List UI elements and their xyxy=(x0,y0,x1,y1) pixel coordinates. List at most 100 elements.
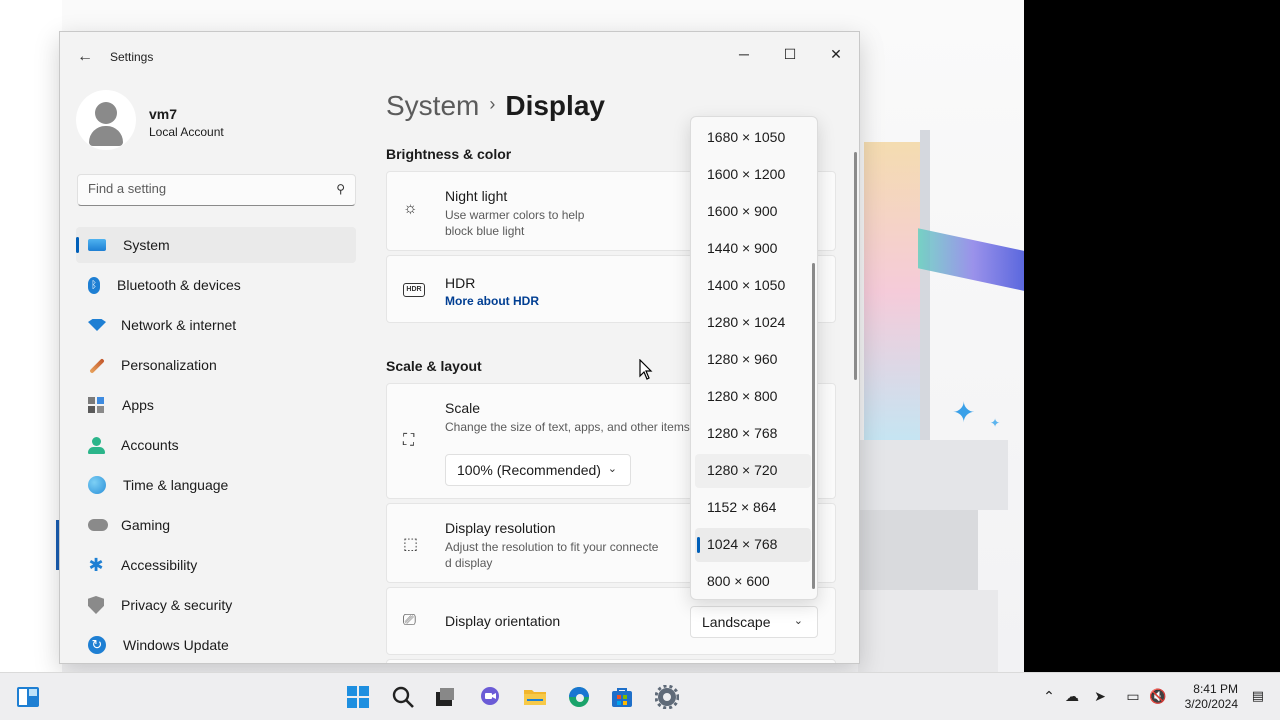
desktop-black-region xyxy=(1024,0,1280,672)
orientation-icon: ⎚ xyxy=(403,612,416,629)
settings-gear-icon[interactable] xyxy=(654,684,680,710)
sidebar-item-time-language[interactable]: Time & language xyxy=(76,467,356,503)
task-view-icon[interactable] xyxy=(433,685,457,709)
sidebar-item-personalization[interactable]: Personalization xyxy=(76,347,356,383)
orientation-dropdown[interactable]: Landscape ⌄ xyxy=(690,606,818,638)
clock-date: 3/20/2024 xyxy=(1184,697,1238,711)
sidebar-item-label: Accounts xyxy=(121,437,179,453)
display-resolution-title: Display resolution xyxy=(445,520,556,536)
person-icon xyxy=(88,437,105,454)
hdr-title: HDR xyxy=(445,275,476,291)
resolution-option[interactable]: 1280 × 768 xyxy=(695,417,811,451)
start-icon[interactable] xyxy=(346,685,370,709)
maximize-button[interactable]: ☐ xyxy=(767,38,813,70)
chevron-down-icon: ⌄ xyxy=(607,463,617,475)
minimize-button[interactable]: ─ xyxy=(721,38,767,70)
sidebar-item-system[interactable]: System xyxy=(76,227,356,263)
breadcrumb: System › Display xyxy=(386,90,605,122)
hdr-icon: HDR xyxy=(403,283,425,297)
night-light-desc-1: Use warmer colors to help xyxy=(445,208,585,222)
display-orientation-title: Display orientation xyxy=(445,613,561,629)
account-type: Local Account xyxy=(149,125,224,139)
resolution-option[interactable]: 1440 × 900 xyxy=(695,232,811,266)
sidebar-item-label: Gaming xyxy=(121,517,171,533)
sidebar-item-network[interactable]: Network & internet xyxy=(76,307,356,343)
accessibility-icon: ✱ xyxy=(88,555,104,575)
avatar[interactable] xyxy=(76,90,136,150)
resolution-dropdown-list: 1680 × 1050 1600 × 1200 1600 × 900 1440 … xyxy=(690,116,818,600)
sidebar-item-label: System xyxy=(123,237,170,253)
edge-browser-icon[interactable] xyxy=(567,685,591,709)
dropdown-scrollbar[interactable] xyxy=(812,263,815,589)
file-explorer-icon[interactable] xyxy=(523,685,547,709)
apps-icon xyxy=(88,396,105,414)
close-button[interactable]: ✕ xyxy=(813,38,859,70)
network-icon[interactable]: ▭ xyxy=(1124,688,1142,705)
breadcrumb-parent[interactable]: System xyxy=(386,90,479,121)
search-box[interactable]: ⚲ xyxy=(77,174,356,206)
display-resolution-desc-2: d display xyxy=(445,556,493,570)
next-setting-card xyxy=(386,659,836,663)
sidebar-item-gaming[interactable]: Gaming xyxy=(76,507,356,543)
sidebar-item-accessibility[interactable]: ✱ Accessibility xyxy=(76,547,356,583)
store-icon[interactable] xyxy=(610,685,634,709)
mouse-cursor-icon xyxy=(639,358,653,384)
resolution-option-hovered[interactable]: 1280 × 720 xyxy=(695,454,811,488)
scale-value: 100% (Recommended) xyxy=(457,462,601,478)
chevron-down-icon: ⌄ xyxy=(793,615,803,627)
sidebar-item-label: Personalization xyxy=(121,357,217,373)
section-scale-layout: Scale & layout xyxy=(386,358,482,374)
resolution-option[interactable]: 1600 × 900 xyxy=(695,195,811,229)
sidebar-item-label: Windows Update xyxy=(123,637,229,653)
resolution-option[interactable]: 1280 × 800 xyxy=(695,380,811,414)
sidebar-nav: System ᛒ Bluetooth & devices Network & i… xyxy=(76,227,356,663)
volume-muted-icon[interactable]: 🔇 xyxy=(1149,688,1167,705)
resolution-option[interactable]: 1400 × 1050 xyxy=(695,269,811,303)
resolution-option[interactable]: 1280 × 960 xyxy=(695,343,811,377)
chevron-up-icon[interactable]: ⌃ xyxy=(1040,688,1058,705)
notification-icon[interactable]: ▤ xyxy=(1252,688,1264,704)
update-icon: ↻ xyxy=(88,636,106,654)
onedrive-offline-icon[interactable]: ☁ xyxy=(1063,688,1081,705)
resolution-option-selected[interactable]: 1024 × 768 xyxy=(695,528,811,562)
sidebar-item-accounts[interactable]: Accounts xyxy=(76,427,356,463)
bluetooth-icon: ᛒ xyxy=(88,276,100,294)
search-icon[interactable] xyxy=(391,685,415,709)
sidebar-item-label: Bluetooth & devices xyxy=(117,277,241,293)
title-bar: ← Settings ─ ☐ ✕ xyxy=(60,32,859,80)
search-input[interactable] xyxy=(88,181,318,196)
sidebar-item-label: Privacy & security xyxy=(121,597,233,613)
page-title: Display xyxy=(505,90,605,121)
section-brightness-color: Brightness & color xyxy=(386,146,512,162)
sidebar-item-apps[interactable]: Apps xyxy=(76,387,356,423)
location-icon[interactable]: ➤ xyxy=(1091,688,1109,705)
night-light-title: Night light xyxy=(445,188,508,204)
chat-icon[interactable] xyxy=(478,685,502,709)
content-scrollbar[interactable] xyxy=(854,152,857,380)
search-icon[interactable]: ⚲ xyxy=(336,182,345,196)
orientation-value: Landscape xyxy=(702,614,771,630)
sidebar-item-label: Network & internet xyxy=(121,317,237,333)
sidebar-item-privacy[interactable]: Privacy & security xyxy=(76,587,356,623)
scale-desc: Change the size of text, apps, and other… xyxy=(445,420,690,434)
wifi-icon xyxy=(88,317,104,333)
sidebar-item-windows-update[interactable]: ↻ Windows Update xyxy=(76,627,356,663)
widgets-icon[interactable] xyxy=(16,685,40,709)
more-about-hdr-link[interactable]: More about HDR xyxy=(445,294,539,308)
clock-time: 8:41 PM xyxy=(1193,682,1238,696)
system-clock[interactable]: 8:41 PM 3/20/2024 xyxy=(1185,682,1238,712)
resolution-option[interactable]: 1280 × 1024 xyxy=(695,306,811,340)
resolution-option[interactable]: 1152 × 864 xyxy=(695,491,811,525)
resolution-option[interactable]: 1680 × 1050 xyxy=(695,121,811,155)
resolution-option[interactable]: 800 × 600 xyxy=(695,565,811,599)
back-button[interactable]: ← xyxy=(74,46,96,68)
taskbar: ⌃ ☁ ➤ ▭ 🔇 8:41 PM 3/20/2024 ▤ xyxy=(0,672,1280,720)
scale-title: Scale xyxy=(445,400,481,416)
resize-icon: ⛶ xyxy=(403,432,415,449)
sidebar-item-bluetooth[interactable]: ᛒ Bluetooth & devices xyxy=(76,267,356,303)
display-resolution-desc-1: Adjust the resolution to fit your connec… xyxy=(445,540,659,554)
sidebar-item-label: Accessibility xyxy=(121,557,198,573)
resolution-option[interactable]: 1600 × 1200 xyxy=(695,158,811,192)
scale-dropdown[interactable]: 100% (Recommended) ⌄ xyxy=(445,454,631,486)
sidebar-item-label: Apps xyxy=(122,397,154,413)
